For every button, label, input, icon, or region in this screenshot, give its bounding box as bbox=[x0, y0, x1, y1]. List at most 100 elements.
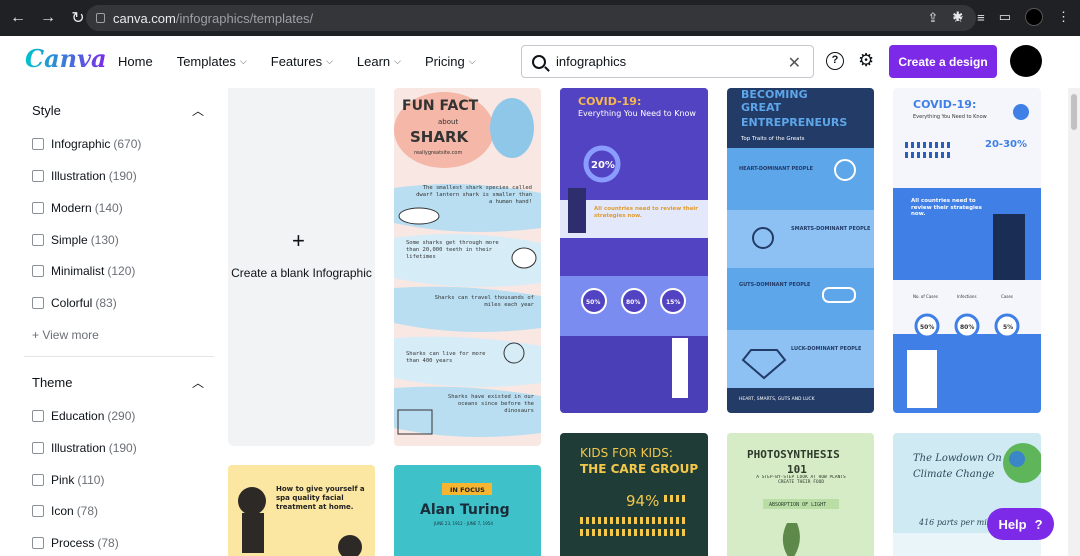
svg-text:ENTREPRENEURS: ENTREPRENEURS bbox=[741, 116, 847, 129]
url-text[interactable]: canva.com/infographics/templates/ bbox=[113, 11, 313, 26]
menu-templates[interactable]: Templates ⌵ bbox=[177, 54, 247, 69]
template-thumbnail: PHOTOSYNTHESIS 101 A STEP-BY-STEP LOOK A… bbox=[727, 433, 874, 556]
shark-fact: The smallest shark species called dwarf … bbox=[416, 185, 532, 206]
template-card-photosynthesis[interactable]: PHOTOSYNTHESIS 101 A STEP-BY-STEP LOOK A… bbox=[727, 433, 874, 556]
checkbox[interactable] bbox=[32, 265, 44, 277]
checkbox[interactable] bbox=[32, 297, 44, 309]
help-button[interactable]: Help ? bbox=[987, 508, 1054, 540]
filter-option[interactable]: Simple (130) bbox=[32, 233, 119, 247]
checkbox[interactable] bbox=[32, 138, 44, 150]
svg-text:about: about bbox=[438, 118, 458, 126]
chevron-down-icon: ⌵ bbox=[239, 56, 247, 66]
filter-option[interactable]: Illustration (190) bbox=[32, 441, 137, 455]
checkbox[interactable] bbox=[32, 410, 44, 422]
checkbox[interactable] bbox=[32, 170, 44, 182]
svg-text:80%: 80% bbox=[626, 299, 640, 306]
puzzle-icon[interactable]: ✱ bbox=[952, 9, 963, 25]
menu-learn[interactable]: Learn ⌵ bbox=[357, 54, 401, 69]
filter-option[interactable]: Colorful (83) bbox=[32, 296, 117, 310]
filter-option[interactable]: Icon (78) bbox=[32, 504, 98, 518]
svg-text:SHARK: SHARK bbox=[410, 128, 470, 146]
create-blank-label: Create a blank Infographic bbox=[231, 266, 372, 280]
chevron-up-icon[interactable]: ︿ bbox=[192, 102, 204, 119]
template-card-spa[interactable]: How to give yourself a spa quality facia… bbox=[228, 465, 375, 556]
checkbox[interactable] bbox=[32, 442, 44, 454]
template-thumbnail: COVID-19: Everything You Need to Know 20… bbox=[893, 88, 1041, 413]
template-thumbnail: IN FOCUS Alan Turing JUNE 23, 1912 - JUN… bbox=[394, 465, 541, 556]
browser-chrome: ← → ↻ canva.com/infographics/templates/ … bbox=[0, 0, 1080, 36]
style-section-title: Style bbox=[32, 103, 61, 118]
checkbox[interactable] bbox=[32, 474, 44, 486]
canva-logo[interactable]: Canva bbox=[25, 44, 107, 73]
svg-text:50%: 50% bbox=[586, 299, 600, 306]
checkbox[interactable] bbox=[32, 537, 44, 549]
theme-section-title: Theme bbox=[32, 375, 73, 390]
svg-text:Everything You Need to Know: Everything You Need to Know bbox=[578, 109, 696, 118]
filter-option[interactable]: Pink (110) bbox=[32, 473, 104, 487]
search-input[interactable] bbox=[556, 54, 776, 69]
menu-features[interactable]: Features ⌵ bbox=[271, 54, 333, 69]
template-card-shark[interactable]: FUN FACT about SHARK reallygreatsite.com… bbox=[394, 88, 541, 446]
template-card-covid-blue[interactable]: COVID-19: Everything You Need to Know 20… bbox=[893, 88, 1041, 413]
svg-text:GREAT: GREAT bbox=[741, 101, 782, 114]
svg-text:5%: 5% bbox=[1003, 324, 1013, 331]
svg-text:No. of Cases: No. of Cases bbox=[913, 294, 938, 299]
filter-option[interactable]: Illustration (190) bbox=[32, 169, 137, 183]
svg-text:GUTS-DOMINANT PEOPLE: GUTS-DOMINANT PEOPLE bbox=[739, 282, 811, 288]
chevron-down-icon: ⌵ bbox=[468, 56, 476, 66]
url-path: /infographics/templates/ bbox=[175, 10, 314, 26]
back-icon[interactable]: ← bbox=[10, 9, 26, 27]
help-circle-icon[interactable]: ? bbox=[826, 52, 844, 70]
search-box[interactable]: ✕ bbox=[521, 45, 814, 78]
playlist-icon[interactable]: ≡ bbox=[977, 10, 985, 25]
checkbox[interactable] bbox=[32, 505, 44, 517]
template-thumbnail: FUN FACT about SHARK reallygreatsite.com… bbox=[394, 88, 541, 446]
scrollbar[interactable] bbox=[1068, 88, 1080, 556]
profile-avatar[interactable] bbox=[1025, 8, 1043, 26]
filter-option[interactable]: Minimalist (120) bbox=[32, 264, 135, 278]
shark-fact: Sharks have existed in our oceans since … bbox=[447, 394, 534, 415]
scrollbar-thumb[interactable] bbox=[1071, 94, 1077, 130]
tab-icon[interactable]: ▭ bbox=[999, 9, 1011, 25]
svg-text:50%: 50% bbox=[920, 324, 934, 331]
template-thumbnail: How to give yourself a spa quality facia… bbox=[228, 465, 375, 556]
svg-text:20-30%: 20-30% bbox=[985, 139, 1027, 150]
filter-option[interactable]: Process (78) bbox=[32, 536, 119, 550]
kebab-menu-icon[interactable]: ⋮ bbox=[1057, 9, 1070, 25]
template-grid: + Create a blank Infographic FUN FACT ab… bbox=[228, 88, 1068, 556]
filter-option[interactable]: Education (290) bbox=[32, 409, 135, 423]
create-blank-card[interactable]: + Create a blank Infographic bbox=[228, 88, 375, 446]
template-card-covid[interactable]: COVID-19: Everything You Need to Know 20… bbox=[560, 88, 708, 413]
checkbox[interactable] bbox=[32, 234, 44, 246]
avatar[interactable] bbox=[1010, 45, 1042, 77]
close-icon[interactable]: ✕ bbox=[788, 53, 801, 73]
reload-icon[interactable]: ↻ bbox=[70, 8, 86, 28]
svg-text:HEART, SMARTS, GUTS AND LUCK: HEART, SMARTS, GUTS AND LUCK bbox=[739, 396, 816, 402]
create-design-button[interactable]: Create a design bbox=[889, 45, 997, 78]
svg-text:15%: 15% bbox=[666, 299, 680, 306]
address-bar[interactable]: canva.com/infographics/templates/ ⇪ ☆ bbox=[86, 5, 976, 31]
template-card-entrepreneurs[interactable]: BECOMING GREAT ENTREPRENEURS Top Traits … bbox=[727, 88, 874, 413]
chevron-up-icon[interactable]: ︿ bbox=[192, 374, 204, 391]
svg-text:PHOTOSYNTHESIS: PHOTOSYNTHESIS bbox=[747, 448, 840, 461]
svg-text:Everything You Need to Know: Everything You Need to Know bbox=[913, 114, 987, 120]
menu-home[interactable]: Home bbox=[118, 54, 153, 69]
svg-text:KIDS FOR KIDS:: KIDS FOR KIDS: bbox=[580, 446, 673, 460]
template-card-kids[interactable]: KIDS FOR KIDS: THE CARE GROUP 94% bbox=[560, 433, 708, 556]
svg-text:The Lowdown On: The Lowdown On bbox=[913, 453, 1002, 464]
menu-pricing[interactable]: Pricing ⌵ bbox=[425, 54, 476, 69]
svg-text:reallygreatsite.com: reallygreatsite.com bbox=[414, 150, 462, 156]
gear-icon[interactable]: ⚙ bbox=[858, 50, 874, 71]
template-card-alan-turing[interactable]: IN FOCUS Alan Turing JUNE 23, 1912 - JUN… bbox=[394, 465, 541, 556]
svg-text:ABSORPTION OF LIGHT: ABSORPTION OF LIGHT bbox=[769, 502, 826, 508]
filter-option[interactable]: Infographic (670) bbox=[32, 137, 141, 151]
share-icon[interactable]: ⇪ bbox=[927, 10, 938, 26]
filter-option[interactable]: Modern (140) bbox=[32, 201, 123, 215]
svg-text:BECOMING: BECOMING bbox=[741, 88, 808, 101]
template-thumbnail: KIDS FOR KIDS: THE CARE GROUP 94% bbox=[560, 433, 708, 556]
lock-icon[interactable] bbox=[96, 13, 105, 23]
forward-icon[interactable]: → bbox=[40, 9, 56, 27]
svg-text:JUNE 23, 1912 - JUNE 7, 1954: JUNE 23, 1912 - JUNE 7, 1954 bbox=[433, 521, 493, 526]
view-more-link[interactable]: + View more bbox=[32, 328, 99, 342]
checkbox[interactable] bbox=[32, 202, 44, 214]
